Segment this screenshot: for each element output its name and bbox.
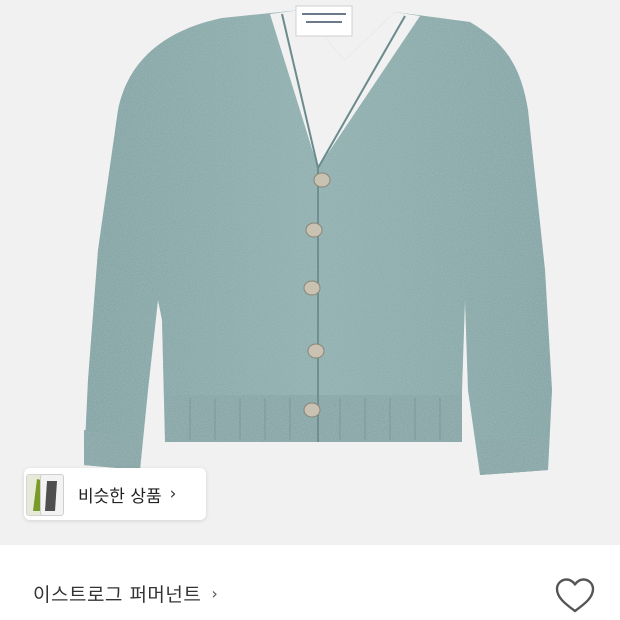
- chevron-right-icon: ›: [169, 484, 177, 504]
- cardigan-illustration: [84, 5, 552, 475]
- like-button[interactable]: [554, 576, 596, 616]
- similar-products-thumbnails: [26, 468, 64, 520]
- brand-link[interactable]: 이스트로그 퍼머넌트 ›: [33, 580, 218, 607]
- chevron-right-icon: ›: [211, 584, 218, 603]
- product-image[interactable]: 비슷한 상품 ›: [0, 0, 620, 545]
- thumbnail-charcoal: [40, 474, 64, 516]
- similar-products-label: 비슷한 상품: [78, 486, 162, 507]
- brand-name: 이스트로그 퍼머넌트: [33, 584, 202, 606]
- heart-icon: [555, 578, 595, 613]
- similar-products-button[interactable]: 비슷한 상품 ›: [24, 468, 206, 520]
